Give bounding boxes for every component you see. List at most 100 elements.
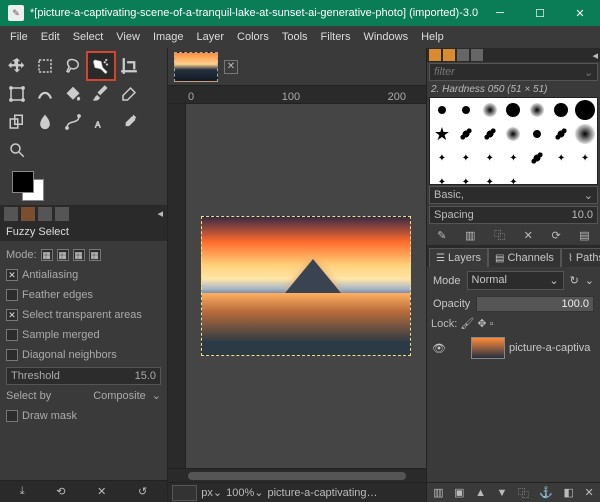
opacity-slider[interactable]: 100.0 [476, 296, 594, 312]
refresh-brush-icon[interactable]: ⟳ [551, 229, 560, 242]
tab-channels[interactable]: ▤Channels [488, 248, 561, 267]
menu-filters[interactable]: Filters [315, 29, 357, 45]
new-brush-icon[interactable]: ▥ [465, 229, 475, 242]
save-preset-icon[interactable]: ⤓ [20, 485, 25, 498]
crop-tool[interactable] [116, 53, 142, 79]
sample-check[interactable] [6, 329, 18, 341]
warp-tool[interactable] [32, 81, 58, 107]
dock-menu-icon[interactable]: ◂ [592, 49, 598, 61]
free-select-tool[interactable] [60, 53, 86, 79]
selectby-value[interactable]: Composite [93, 390, 146, 402]
reset-preset-icon[interactable]: ↺ [138, 485, 147, 498]
threshold-slider[interactable]: Threshold 15.0 [6, 367, 161, 385]
tab-history-icon[interactable] [38, 207, 52, 221]
patterns-tab-icon[interactable] [443, 49, 455, 61]
brushes-tab-icon[interactable] [429, 49, 441, 61]
up-layer-icon[interactable]: ▲ [475, 487, 486, 499]
layer-actions: ▥ ▣ ▲ ▼ ⿻ ⚓ ◧ ✕ [427, 482, 600, 502]
delete-preset-icon[interactable]: ✕ [97, 485, 106, 498]
layer-row[interactable]: 👁 picture-a-captiva [429, 334, 598, 362]
menu-tools[interactable]: Tools [276, 29, 314, 45]
mask-layer-icon[interactable]: ◧ [564, 486, 574, 499]
image-content[interactable] [201, 216, 411, 356]
tab-layers[interactable]: ☰Layers [429, 248, 488, 267]
close-button[interactable]: ✕ [560, 0, 600, 26]
spacing-slider[interactable]: Spacing10.0 [429, 206, 598, 224]
mode-replace[interactable]: ▦ [41, 249, 53, 261]
edit-brush-icon[interactable]: ✎ [437, 229, 446, 242]
canvas[interactable] [186, 104, 426, 468]
menu-windows[interactable]: Windows [357, 29, 414, 45]
transform-tool[interactable] [4, 81, 30, 107]
move-tool[interactable] [4, 53, 30, 79]
fg-color[interactable] [12, 171, 34, 193]
eraser-tool[interactable] [116, 81, 142, 107]
mode-int[interactable]: ▦ [89, 249, 101, 261]
menu-select[interactable]: Select [67, 29, 110, 45]
tab-tool-options-icon[interactable] [4, 207, 18, 221]
horizontal-scrollbar[interactable] [168, 468, 426, 482]
brush-grid[interactable] [429, 97, 598, 185]
toolbox: A [0, 48, 167, 205]
brush-preset-select[interactable]: Basic,⌄ [429, 186, 598, 204]
bucket-tool[interactable] [60, 81, 86, 107]
ruler-vertical [168, 104, 186, 468]
diag-check[interactable] [6, 349, 18, 361]
paintbrush-tool[interactable] [88, 81, 114, 107]
layer-name[interactable]: picture-a-captiva [509, 342, 590, 354]
text-tool[interactable]: A [88, 109, 114, 135]
color-picker-tool[interactable] [116, 109, 142, 135]
color-swatch[interactable] [12, 171, 48, 201]
new-layer-icon[interactable]: ▥ [433, 486, 443, 499]
menu-image[interactable]: Image [147, 29, 190, 45]
tab-image-icon[interactable] [55, 207, 69, 221]
menu-file[interactable]: File [4, 29, 34, 45]
smudge-tool[interactable] [32, 109, 58, 135]
dup-brush-icon[interactable]: ⿻ [494, 227, 505, 243]
fonts-tab-icon[interactable] [457, 49, 469, 61]
rect-select-tool[interactable] [32, 53, 58, 79]
status-zoom[interactable]: 100% ⌄ [226, 486, 263, 499]
fuzzy-select-tool[interactable] [88, 53, 114, 79]
layer-thumb [471, 337, 505, 359]
del-brush-icon[interactable]: ✕ [524, 229, 533, 242]
menu-help[interactable]: Help [415, 29, 450, 45]
menu-colors[interactable]: Colors [231, 29, 275, 45]
del-layer-icon[interactable]: ✕ [584, 486, 593, 499]
open-brush-icon[interactable]: ▤ [579, 229, 589, 242]
group-layer-icon[interactable]: ▣ [454, 486, 464, 499]
minimize-button[interactable]: ─ [480, 0, 520, 26]
antialias-check[interactable]: ✕ [6, 269, 18, 281]
down-layer-icon[interactable]: ▼ [496, 487, 507, 499]
image-tab-thumb[interactable] [174, 52, 218, 82]
tab-menu-icon[interactable]: ◂ [157, 207, 163, 221]
tool-options-footer: ⤓ ⟲ ✕ ↺ [0, 480, 167, 502]
brush-filter-input[interactable]: filter⌄ [429, 63, 598, 81]
image-tab-close[interactable]: ✕ [224, 60, 238, 74]
layer-mode-select[interactable]: Normal⌄ [467, 271, 564, 290]
history-tab-icon[interactable] [471, 49, 483, 61]
drawmask-check[interactable] [6, 410, 18, 422]
brush-label: 2. Hardness 050 (51 × 51) [427, 82, 600, 97]
layer-switch-icon[interactable]: ↻ [570, 274, 579, 287]
tab-paths[interactable]: ⌇Paths [561, 248, 600, 267]
transp-check[interactable]: ✕ [6, 309, 18, 321]
menu-edit[interactable]: Edit [35, 29, 66, 45]
chevron-down-icon[interactable]: ⌄ [152, 389, 161, 402]
tab-device-icon[interactable] [21, 207, 35, 221]
menu-layer[interactable]: Layer [191, 29, 231, 45]
dup-layer-icon[interactable]: ⿻ [518, 485, 529, 501]
mode-add[interactable]: ▦ [57, 249, 69, 261]
visibility-icon[interactable]: 👁 [431, 342, 447, 355]
maximize-button[interactable]: ☐ [520, 0, 560, 26]
zoom-tool[interactable] [4, 137, 30, 163]
merge-layer-icon[interactable]: ⚓ [539, 486, 553, 499]
restore-preset-icon[interactable]: ⟲ [56, 485, 65, 498]
mode-sub[interactable]: ▦ [73, 249, 85, 261]
menu-bar: File Edit Select View Image Layer Colors… [0, 26, 600, 48]
feather-check[interactable] [6, 289, 18, 301]
menu-view[interactable]: View [110, 29, 146, 45]
status-unit[interactable]: px ⌄ [201, 486, 222, 499]
clone-tool[interactable] [4, 109, 30, 135]
path-tool[interactable] [60, 109, 86, 135]
